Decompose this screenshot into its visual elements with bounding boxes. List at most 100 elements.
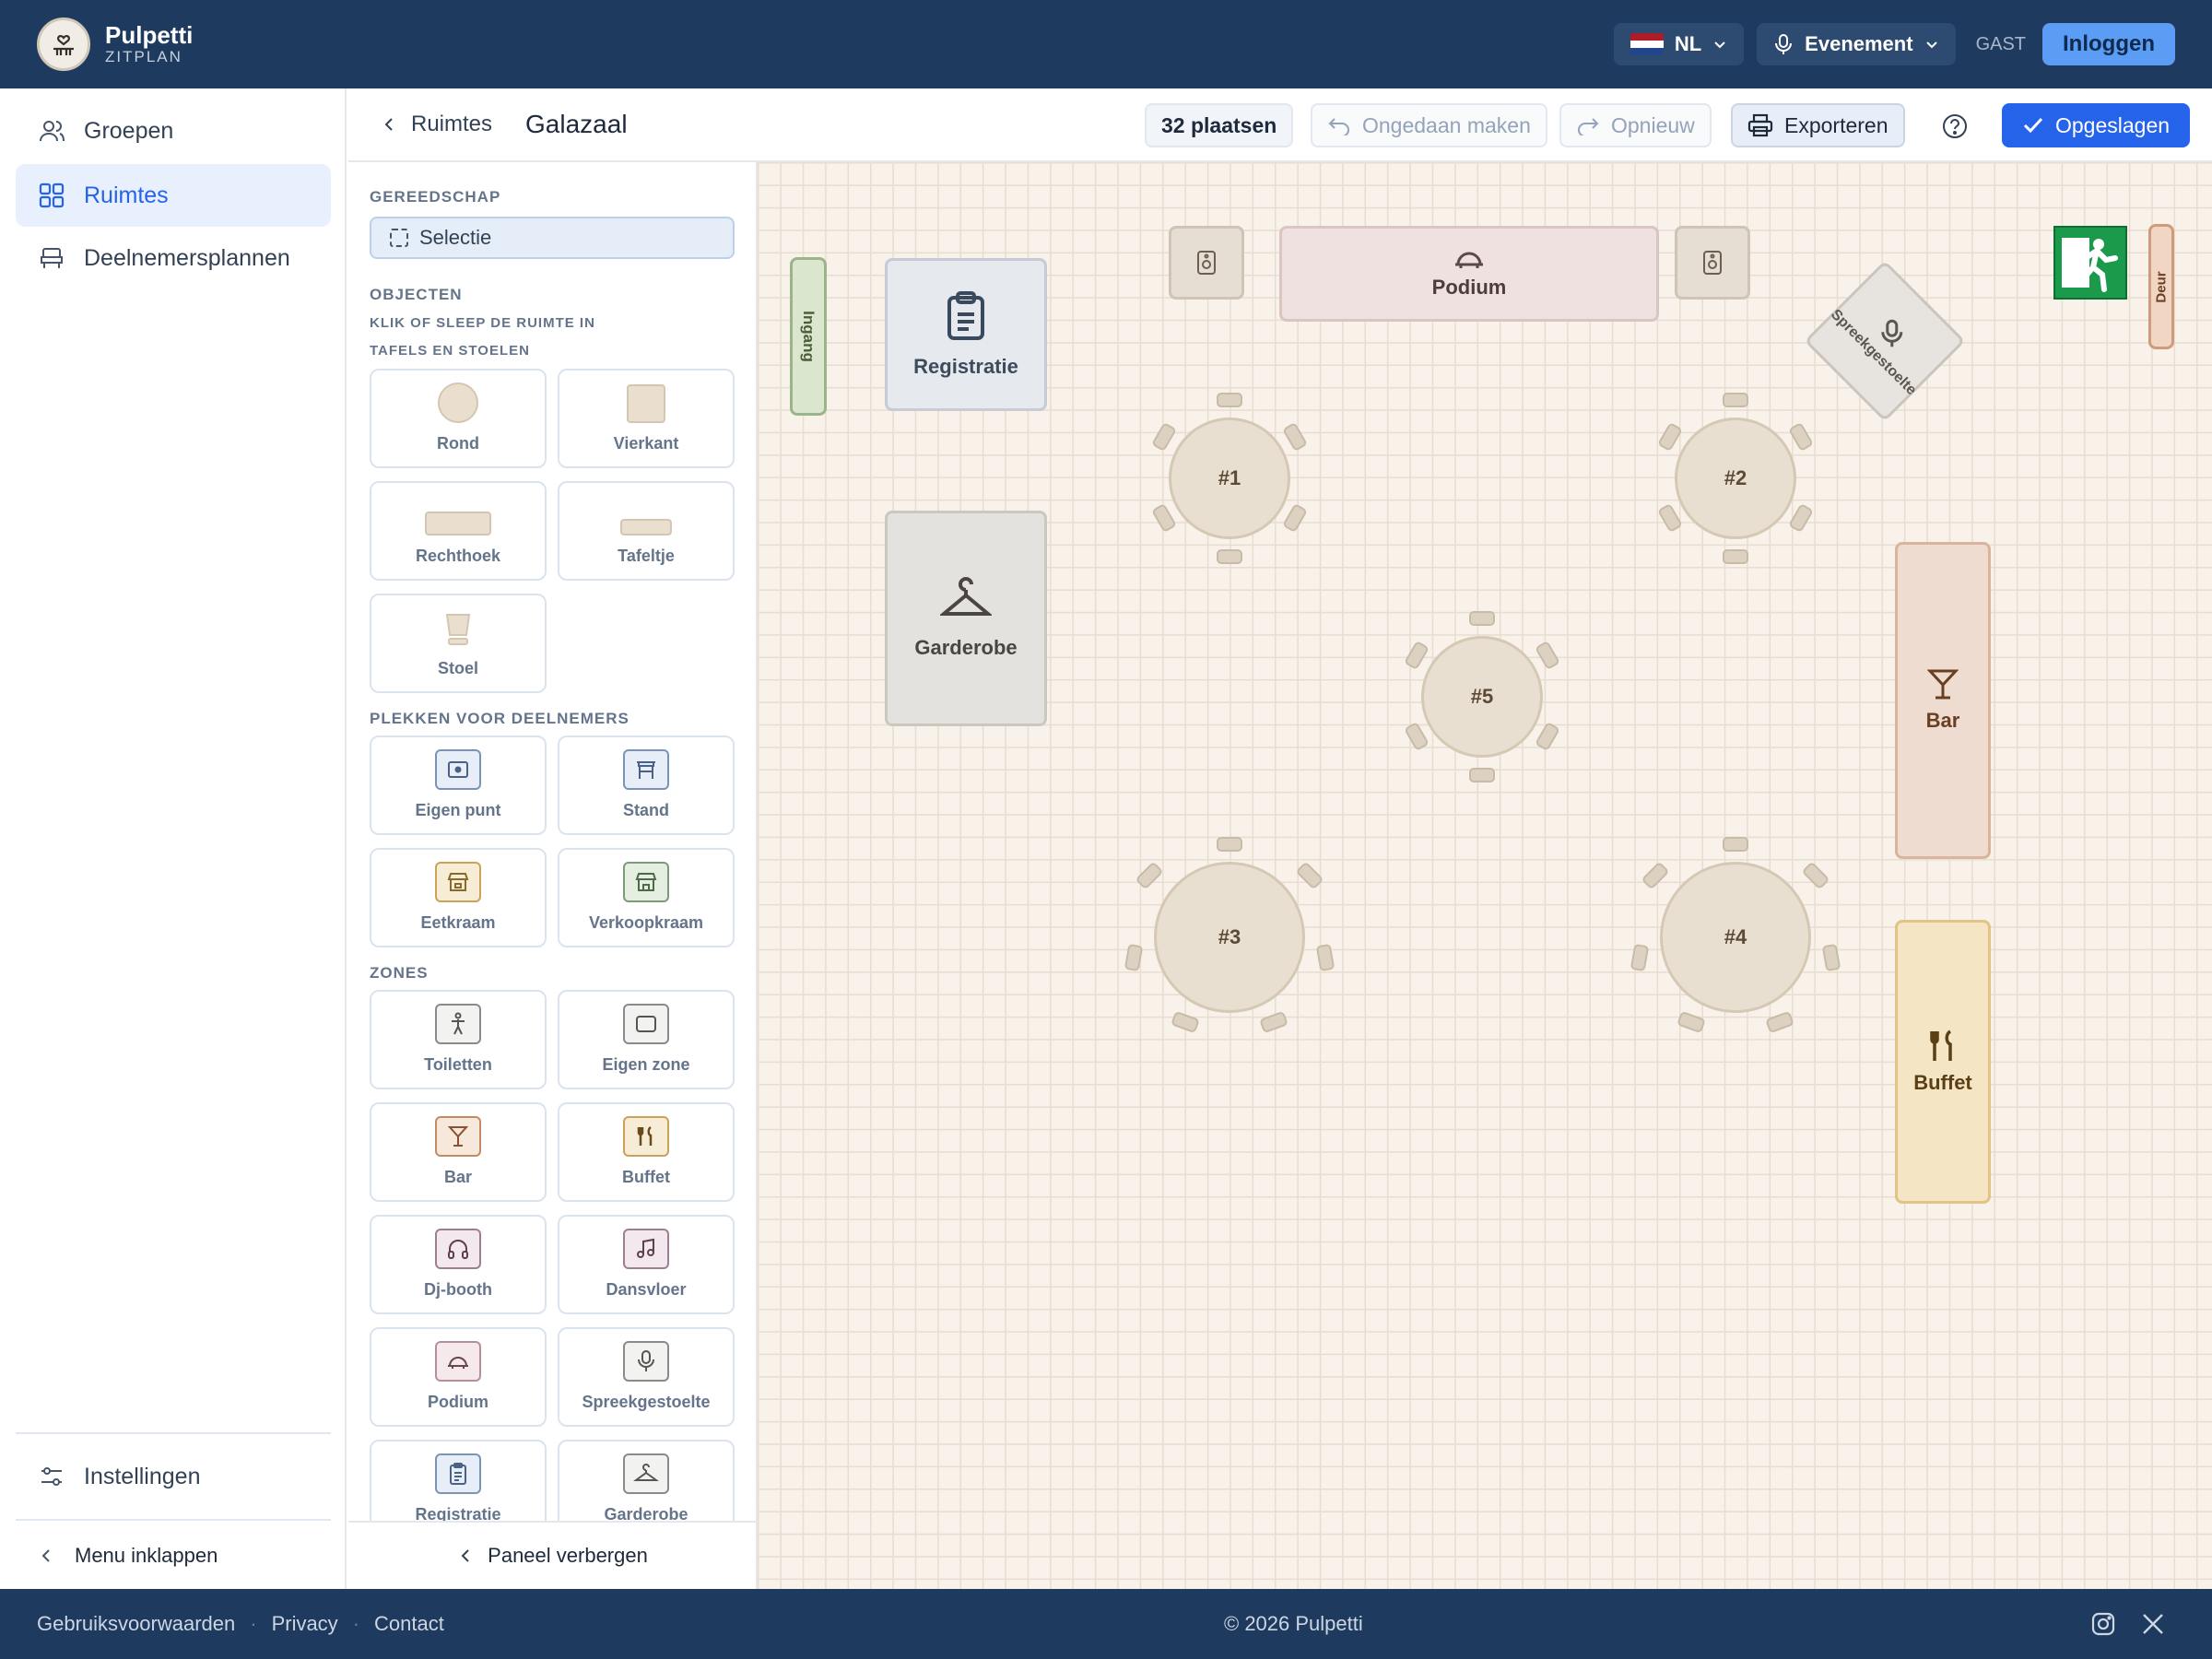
table-3[interactable]: #3	[1154, 862, 1305, 1013]
privacy-link[interactable]: Privacy	[272, 1612, 338, 1636]
tool-eigen-zone[interactable]: Eigen zone	[558, 990, 735, 1089]
collapse-menu-button[interactable]: Menu inklappen	[16, 1524, 331, 1587]
objects-heading: OBJECTEN	[370, 286, 463, 303]
tool-bar[interactable]: Bar	[370, 1102, 547, 1202]
chair[interactable]	[1217, 837, 1242, 852]
headphones-icon	[435, 1229, 481, 1269]
pulpetti-logo[interactable]	[37, 18, 90, 71]
selection-tool[interactable]: Selectie	[370, 217, 735, 259]
chevron-left-icon	[41, 1549, 50, 1562]
chair[interactable]	[1801, 861, 1830, 890]
terms-link[interactable]: Gebruiksvoorwaarden	[37, 1612, 235, 1636]
tool-stoel[interactable]: Stoel	[370, 594, 547, 693]
chair[interactable]	[1630, 943, 1650, 972]
stage-zone[interactable]: Podium	[1279, 226, 1659, 322]
chair[interactable]	[1404, 640, 1430, 671]
emergency-exit-icon[interactable]	[2053, 226, 2127, 300]
table-1[interactable]: #1	[1169, 418, 1290, 539]
chair[interactable]	[1295, 861, 1324, 890]
netherlands-flag-icon	[1630, 33, 1664, 55]
sidebar-item-groepen[interactable]: Groepen	[16, 100, 331, 162]
chair[interactable]	[1124, 943, 1144, 972]
settings-link[interactable]: Instellingen	[16, 1445, 331, 1508]
chair[interactable]	[1259, 1010, 1288, 1034]
bar-zone[interactable]: Bar	[1895, 542, 1991, 859]
users-icon	[40, 121, 65, 142]
small-table-icon	[620, 519, 672, 535]
chair[interactable]	[1469, 768, 1495, 782]
export-label: Exporteren	[1784, 112, 1888, 137]
door-zone[interactable]: Deur	[2148, 224, 2174, 349]
tool-eetkraam[interactable]: Eetkraam	[370, 848, 547, 947]
entrance-zone[interactable]: Ingang	[790, 257, 827, 416]
table-5[interactable]: #5	[1421, 636, 1543, 758]
chair[interactable]	[1723, 837, 1748, 852]
tool-dj-booth[interactable]: Dj-booth	[370, 1215, 547, 1314]
tool-rechthoek[interactable]: Rechthoek	[370, 481, 547, 581]
chair[interactable]	[1788, 421, 1814, 453]
speaker-left[interactable]	[1169, 226, 1244, 300]
chair[interactable]	[1765, 1010, 1794, 1034]
chair[interactable]	[1151, 502, 1177, 534]
tool-dansvloer[interactable]: Dansvloer	[558, 1215, 735, 1314]
tool-vierkant[interactable]: Vierkant	[558, 369, 735, 468]
contact-link[interactable]: Contact	[374, 1612, 444, 1636]
buffet-label: Buffet	[1913, 1071, 1972, 1094]
language-select[interactable]: NL	[1613, 23, 1745, 65]
registration-zone[interactable]: Registratie	[885, 258, 1047, 411]
tool-spreekgestoelte[interactable]: Spreekgestoelte	[558, 1327, 735, 1427]
chair[interactable]	[1217, 393, 1242, 407]
chair[interactable]	[1151, 421, 1177, 453]
table-2[interactable]: #2	[1675, 418, 1796, 539]
export-button[interactable]: Exporteren	[1731, 103, 1905, 147]
tool-verkoopkraam[interactable]: Verkoopkraam	[558, 848, 735, 947]
chair[interactable]	[1788, 502, 1814, 534]
floor-plan-canvas[interactable]: Ingang Registratie Garderobe Podium Spre…	[758, 162, 2212, 1589]
chair[interactable]	[1535, 640, 1560, 671]
tool-toiletten[interactable]: Toiletten	[370, 990, 547, 1089]
chair[interactable]	[1404, 721, 1430, 752]
tool-rond[interactable]: Rond	[370, 369, 547, 468]
chair[interactable]	[1657, 421, 1683, 453]
tool-label: Toiletten	[424, 1055, 492, 1074]
chair[interactable]	[1677, 1010, 1706, 1034]
tool-podium[interactable]: Podium	[370, 1327, 547, 1427]
objects-hint: KLIK OF SLEEP DE RUIMTE IN	[370, 315, 595, 331]
chair[interactable]	[1217, 549, 1242, 564]
sidebar-item-label: Deelnemersplannen	[84, 244, 290, 271]
chair[interactable]	[1469, 611, 1495, 626]
chair[interactable]	[1821, 943, 1841, 972]
login-button[interactable]: Inloggen	[2042, 23, 2175, 65]
mode-select[interactable]: Evenement	[1757, 23, 1956, 65]
cloakroom-zone[interactable]: Garderobe	[885, 511, 1047, 726]
chair[interactable]	[1641, 861, 1670, 890]
chair[interactable]	[1282, 421, 1308, 453]
instagram-icon[interactable]	[2090, 1611, 2116, 1642]
chair[interactable]	[1315, 943, 1335, 972]
chair[interactable]	[1171, 1010, 1200, 1034]
buffet-zone[interactable]: Buffet	[1895, 920, 1991, 1204]
lectern-zone[interactable]: Spreekgestoelte	[1804, 260, 1966, 422]
sidebar-item-ruimtes[interactable]: Ruimtes	[16, 164, 331, 227]
table-4[interactable]: #4	[1660, 862, 1811, 1013]
tool-stand[interactable]: Stand	[558, 735, 735, 835]
help-icon[interactable]	[1941, 112, 1969, 145]
hide-panel-button[interactable]: Paneel verbergen	[348, 1521, 756, 1589]
sidebar-item-deelnemersplannen[interactable]: Deelnemersplannen	[16, 227, 331, 289]
chair[interactable]	[1657, 502, 1683, 534]
chair[interactable]	[1135, 861, 1164, 890]
saved-button[interactable]: Opgeslagen	[2002, 103, 2191, 147]
tool-tafeltje[interactable]: Tafeltje	[558, 481, 735, 581]
chair[interactable]	[1723, 393, 1748, 407]
x-twitter-icon[interactable]	[2140, 1611, 2166, 1642]
back-to-rooms-link[interactable]: Ruimtes	[382, 112, 492, 137]
chair[interactable]	[1535, 721, 1560, 752]
sidebar-divider	[16, 1432, 331, 1434]
tool-buffet[interactable]: Buffet	[558, 1102, 735, 1202]
chair[interactable]	[1723, 549, 1748, 564]
chair[interactable]	[1282, 502, 1308, 534]
tool-eigen-punt[interactable]: Eigen punt	[370, 735, 547, 835]
redo-button[interactable]: Opnieuw	[1559, 103, 1712, 147]
undo-button[interactable]: Ongedaan maken	[1311, 103, 1547, 147]
speaker-right[interactable]	[1675, 226, 1750, 300]
